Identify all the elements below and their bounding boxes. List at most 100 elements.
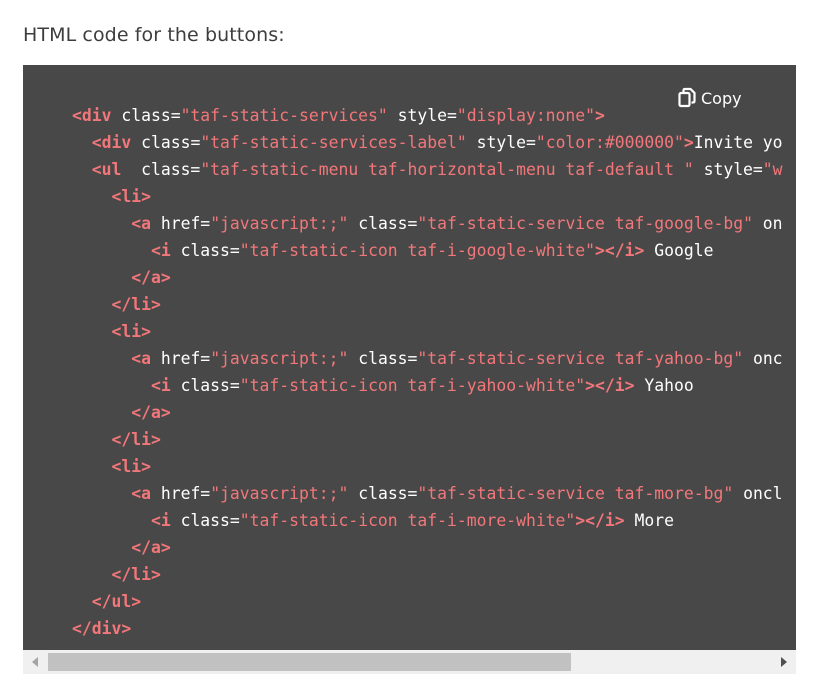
code-line: <li> bbox=[72, 183, 783, 210]
code-token-tag: ></i> bbox=[585, 376, 635, 395]
code-token-tag: <a bbox=[131, 484, 151, 503]
code-token-tag: > bbox=[595, 106, 605, 125]
code-line: <div class="taf-static-services" style="… bbox=[72, 102, 783, 129]
code-line: <a href="javascript:;" class="taf-static… bbox=[72, 480, 783, 507]
code-token-text: Google bbox=[644, 241, 714, 260]
code-token-tag: </li> bbox=[111, 295, 161, 314]
code-token-attr: href= bbox=[150, 484, 211, 503]
code-token-str: "javascript:;" bbox=[210, 349, 349, 368]
code-token-text: Yahoo bbox=[634, 376, 694, 395]
code-token-tag: </a> bbox=[131, 403, 171, 422]
code-token-attr: href= bbox=[150, 214, 211, 233]
code-token-attr: href= bbox=[150, 349, 211, 368]
code-token-str: "javascript:;" bbox=[210, 214, 349, 233]
code-token-attr: style= bbox=[466, 133, 536, 152]
code-line: </li> bbox=[72, 291, 783, 318]
code-token-tag: <div bbox=[72, 106, 112, 125]
code-token-attr: class= bbox=[348, 484, 418, 503]
code-content: <div class="taf-static-services" style="… bbox=[72, 102, 783, 642]
code-token-str: "taf-static-services-label" bbox=[200, 133, 467, 152]
code-line: </ul> bbox=[72, 588, 783, 615]
code-token-attr: style= bbox=[387, 106, 457, 125]
code-line: </div> bbox=[72, 615, 783, 642]
code-token-tag: <i bbox=[150, 511, 171, 530]
code-token-text: Invite yo bbox=[693, 133, 783, 152]
code-line: </a> bbox=[72, 399, 783, 426]
code-token-tag: </li> bbox=[111, 430, 161, 449]
code-token-tag: <a bbox=[131, 214, 151, 233]
code-token-tag: <a bbox=[131, 349, 151, 368]
code-line: </a> bbox=[72, 264, 783, 291]
code-token-str: "taf-static-service taf-yahoo-bg" bbox=[417, 349, 744, 368]
code-block: Copy <div class="taf-static-services" st… bbox=[23, 65, 796, 650]
code-token-tag: <li> bbox=[111, 187, 151, 206]
code-token-str: "display:none" bbox=[456, 106, 596, 125]
code-line: <li> bbox=[72, 453, 783, 480]
code-line: </a> bbox=[72, 534, 783, 561]
code-token-attr: class= bbox=[170, 511, 240, 530]
code-token-tag: </div> bbox=[72, 619, 132, 638]
code-token-tag: <div bbox=[91, 133, 132, 152]
code-line: <i class="taf-static-icon taf-i-google-w… bbox=[72, 237, 783, 264]
code-token-attr: class= bbox=[348, 214, 418, 233]
code-line: <i class="taf-static-icon taf-i-yahoo-wh… bbox=[72, 372, 783, 399]
code-token-str: "taf-static-icon taf-i-yahoo-white" bbox=[239, 376, 586, 395]
code-token-str: "taf-static-icon taf-i-more-white" bbox=[239, 511, 576, 530]
code-line: <li> bbox=[72, 318, 783, 345]
code-line: <a href="javascript:;" class="taf-static… bbox=[72, 345, 783, 372]
code-token-str: "taf-static-menu taf-horizontal-menu taf… bbox=[200, 160, 694, 179]
code-token-attr: class= bbox=[111, 106, 181, 125]
code-token-tag: </a> bbox=[131, 268, 171, 287]
code-line: <i class="taf-static-icon taf-i-more-whi… bbox=[72, 507, 783, 534]
code-token-attr: class= bbox=[170, 376, 240, 395]
code-line: </li> bbox=[72, 426, 783, 453]
code-token-str: "color:#000000" bbox=[535, 133, 684, 152]
code-token-attr: class= bbox=[348, 349, 418, 368]
code-token-attr: onc bbox=[743, 349, 783, 368]
code-token-str: "taf-static-service taf-more-bg" bbox=[417, 484, 734, 503]
code-token-attr: class= bbox=[131, 133, 201, 152]
code-line: <ul class="taf-static-menu taf-horizonta… bbox=[72, 156, 783, 183]
code-token-tag: </ul> bbox=[91, 592, 142, 611]
scroll-right-arrow-icon[interactable] bbox=[781, 657, 787, 667]
code-token-tag: <li> bbox=[111, 457, 151, 476]
section-heading: HTML code for the buttons: bbox=[23, 24, 285, 46]
code-token-tag: <ul bbox=[91, 160, 122, 179]
code-token-tag: </a> bbox=[131, 538, 171, 557]
scroll-thumb[interactable] bbox=[48, 653, 571, 671]
code-token-str: "taf-static-icon taf-i-google-white" bbox=[239, 241, 596, 260]
code-token-tag: ></i> bbox=[595, 241, 645, 260]
code-token-text: More bbox=[624, 511, 674, 530]
code-token-attr: style= bbox=[693, 160, 763, 179]
code-token-tag: ></i> bbox=[575, 511, 625, 530]
code-line: <a href="javascript:;" class="taf-static… bbox=[72, 210, 783, 237]
code-token-tag: <li> bbox=[111, 322, 151, 341]
code-line: <div class="taf-static-services-label" s… bbox=[72, 129, 783, 156]
code-token-tag: > bbox=[683, 133, 694, 152]
code-token-str: "taf-static-services" bbox=[180, 106, 388, 125]
code-line: </li> bbox=[72, 561, 783, 588]
code-token-tag: <i bbox=[150, 376, 171, 395]
code-token-attr: oncl bbox=[733, 484, 783, 503]
code-token-attr: on bbox=[752, 214, 783, 233]
horizontal-scrollbar[interactable] bbox=[23, 650, 796, 674]
code-token-attr: class= bbox=[170, 241, 240, 260]
scroll-left-arrow-icon[interactable] bbox=[32, 657, 38, 667]
code-token-str: "taf-static-service taf-google-bg" bbox=[417, 214, 753, 233]
code-token-tag: <i bbox=[150, 241, 171, 260]
